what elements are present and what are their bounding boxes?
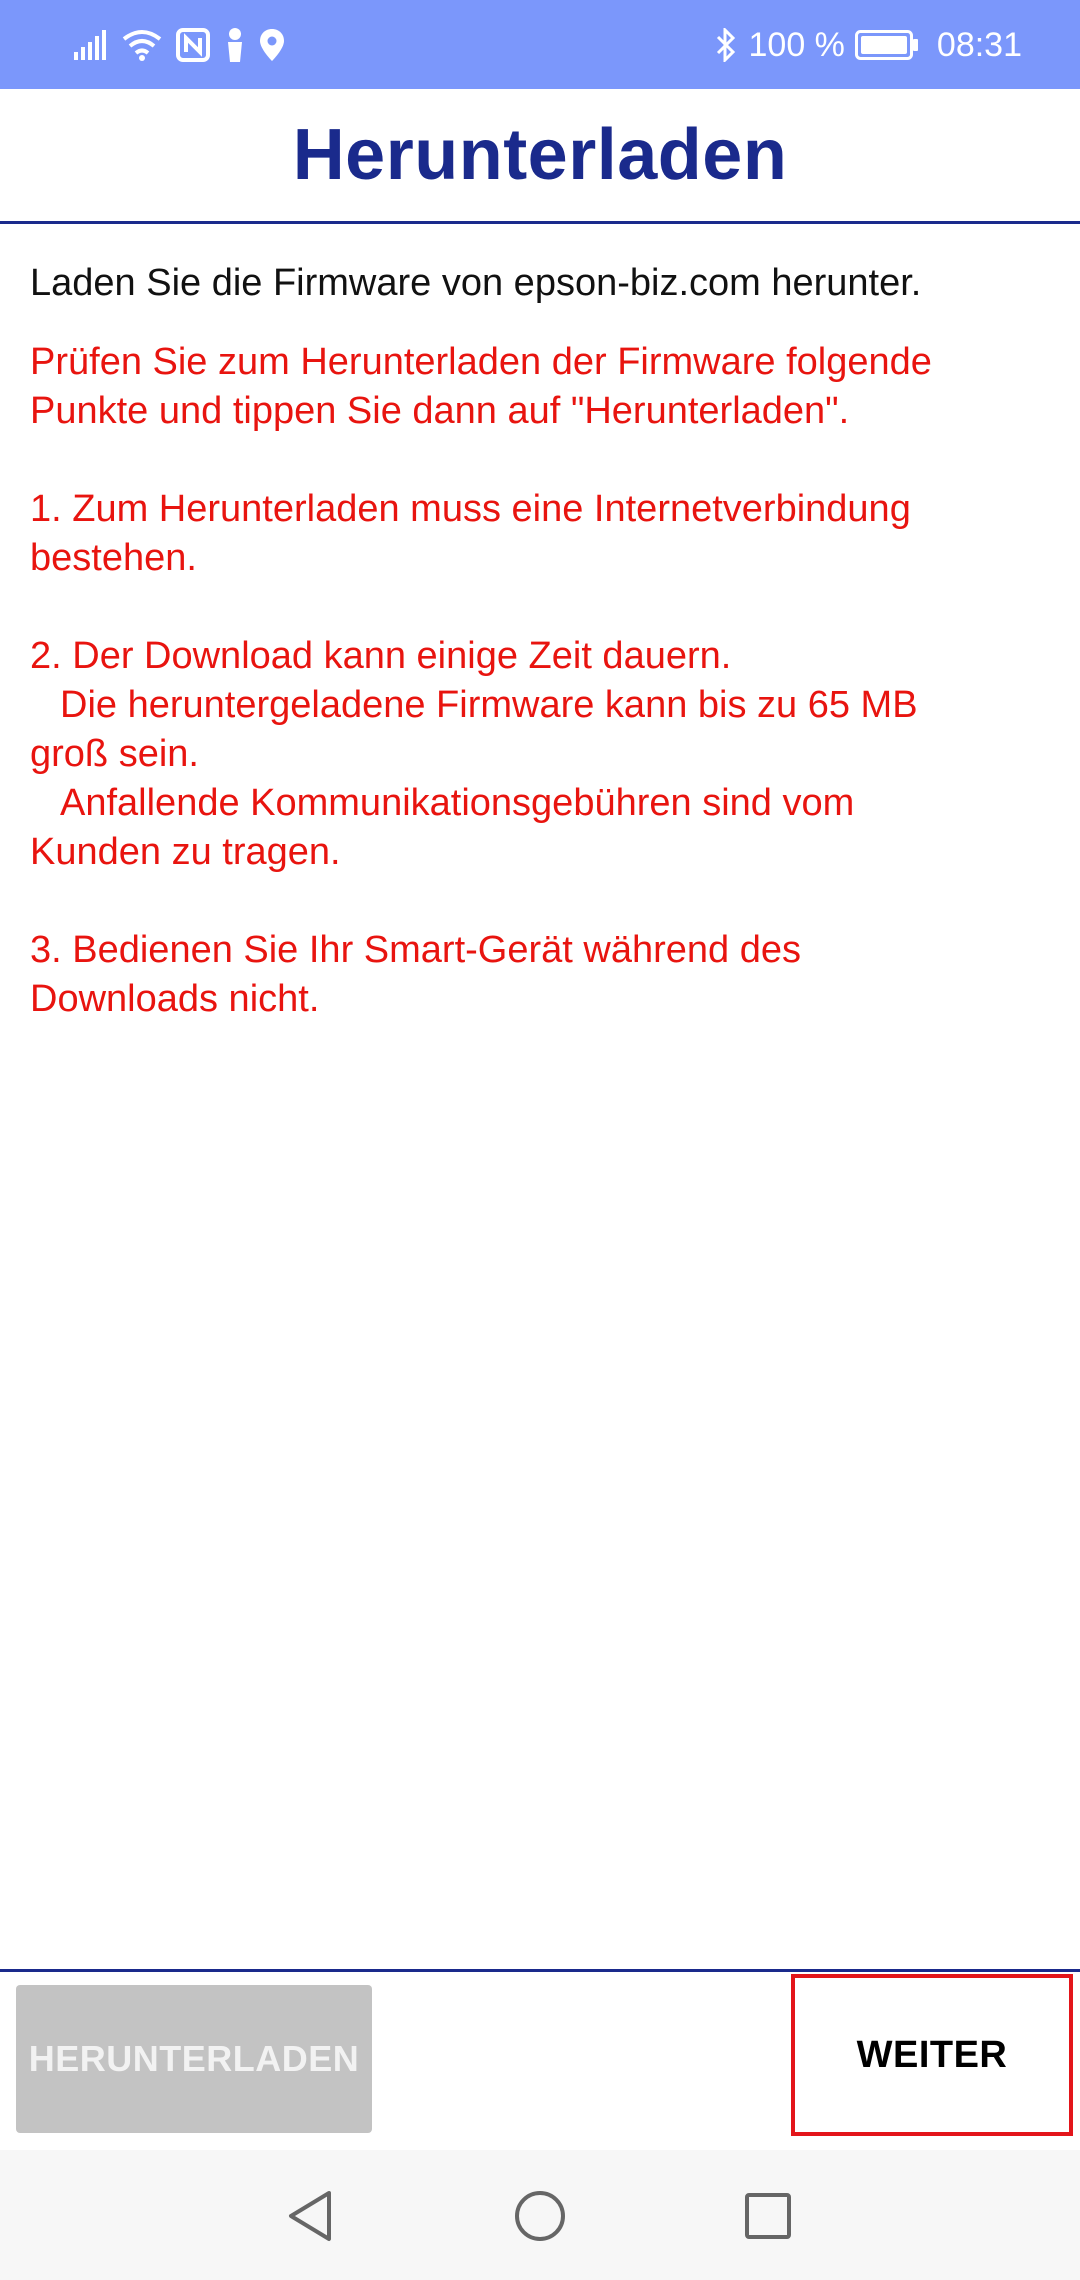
next-button-label: WEITER	[856, 2033, 1008, 2076]
note-line: Downloads nicht.	[30, 978, 320, 1020]
note-line: Punkte und tippen Sie dann auf "Herunter…	[30, 390, 850, 432]
signal-icon	[74, 30, 108, 60]
note-line: 3. Bedienen Sie Ihr Smart-Gerät während …	[30, 929, 801, 971]
note-line: Prüfen Sie zum Herunterladen der Firmwar…	[30, 341, 932, 383]
instruction-note: Prüfen Sie zum Herunterladen der Firmwar…	[30, 338, 1050, 436]
status-icons-left	[74, 24, 284, 66]
status-bar: 100 % 08:31	[0, 0, 1080, 89]
nfc-icon	[176, 28, 210, 62]
note-line: Anfallende Kommunikationsgebühren sind v…	[60, 782, 855, 824]
battery-icon	[854, 30, 919, 60]
wifi-icon	[122, 29, 162, 61]
battery-percent: 100 %	[748, 25, 845, 64]
recents-icon[interactable]	[740, 2188, 796, 2244]
person-icon	[224, 28, 246, 62]
note-line: bestehen.	[30, 537, 197, 579]
title-bar: Herunterladen	[0, 89, 1080, 224]
page-title: Herunterladen	[292, 115, 788, 195]
next-button[interactable]: WEITER	[791, 1974, 1073, 2136]
note-line: 1. Zum Herunterladen muss eine Internetv…	[30, 488, 911, 530]
download-button[interactable]: HERUNTERLADEN	[16, 1985, 372, 2133]
footer-divider	[0, 1969, 1080, 1972]
home-icon[interactable]	[512, 2188, 568, 2244]
content-area: Laden Sie die Firmware von epson-biz.com…	[30, 258, 1050, 1073]
list-item-1: 1. Zum Herunterladen muss eine Internetv…	[30, 485, 1050, 583]
list-item-2: 2. Der Download kann einige Zeit dauern.…	[30, 632, 1050, 877]
intro-text: Laden Sie die Firmware von epson-biz.com…	[30, 262, 922, 304]
list-item-3: 3. Bedienen Sie Ihr Smart-Gerät während …	[30, 926, 1050, 1024]
note-line: Kunden zu tragen.	[30, 831, 341, 873]
location-icon	[260, 29, 284, 61]
note-line: groß sein.	[30, 733, 199, 775]
navigation-bar	[0, 2150, 1080, 2280]
status-icons-right: 100 % 08:31	[715, 22, 1022, 68]
note-line: Die heruntergeladene Firmware kann bis z…	[60, 684, 918, 726]
clock: 08:31	[936, 25, 1022, 64]
note-line: 2. Der Download kann einige Zeit dauern.	[30, 635, 732, 677]
bluetooth-icon	[715, 28, 737, 62]
back-icon[interactable]	[282, 2188, 338, 2244]
